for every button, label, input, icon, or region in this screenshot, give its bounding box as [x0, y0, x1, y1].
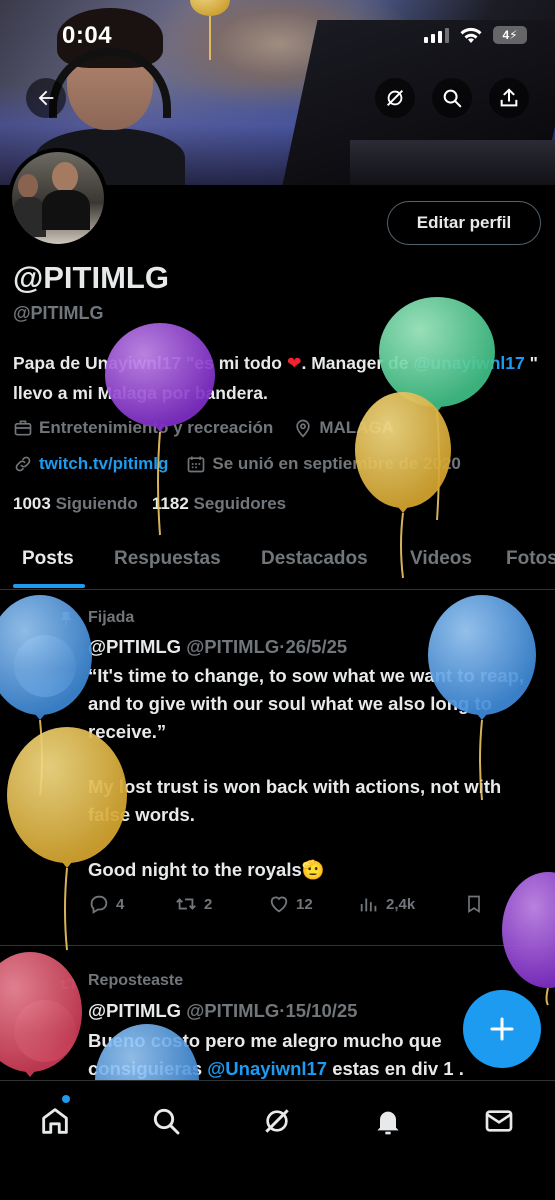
envelope-icon [485, 1110, 513, 1132]
balloon-purple [105, 323, 215, 536]
balloon-purple [502, 872, 555, 1006]
compose-button[interactable] [463, 990, 541, 1068]
nav-search[interactable] [146, 1101, 186, 1141]
balloon-yellow [355, 392, 451, 579]
nav-messages[interactable] [479, 1101, 519, 1141]
balloon-red [0, 952, 82, 1077]
home-icon [42, 1108, 68, 1134]
nav-home[interactable] [35, 1101, 75, 1141]
balloon-yellow [190, 0, 230, 60]
balloon-yellow [7, 727, 127, 951]
grok-icon [265, 1109, 289, 1133]
home-unread-dot [62, 1095, 70, 1103]
bell-icon [377, 1111, 399, 1135]
nav-grok[interactable] [257, 1101, 297, 1141]
nav-notifications[interactable] [368, 1101, 408, 1141]
search-icon [153, 1108, 180, 1135]
balloon-blue [428, 595, 536, 801]
plus-icon [490, 1017, 514, 1041]
bottom-navigation [0, 1080, 555, 1200]
